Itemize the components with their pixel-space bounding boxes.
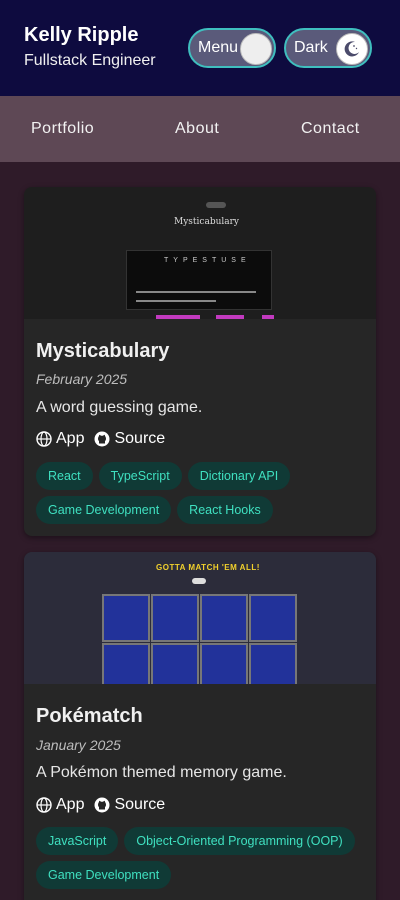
thumbnail-button (262, 315, 274, 319)
app-link-label: App (56, 430, 85, 447)
nav-item-about[interactable]: About (175, 120, 219, 138)
dark-mode-toggle-label: Dark (294, 39, 328, 56)
thumbnail-toggle (206, 202, 226, 208)
project-card: Mysticabulary TYPESTUSE Mysticabulary Fe… (24, 187, 376, 536)
thumbnail-card (102, 594, 150, 642)
thumbnail-card-grid (102, 594, 297, 684)
app-link-label: App (56, 796, 85, 813)
thumbnail-card (151, 643, 199, 684)
thumbnail-card (249, 643, 297, 684)
source-link-label: Source (114, 796, 166, 813)
project-title: Pokématch (36, 705, 143, 727)
thumbnail-card (151, 594, 199, 642)
project-tags: JavaScript Object-Oriented Programming (… (36, 827, 372, 889)
source-link-label: Source (114, 430, 166, 447)
project-description: A Pokémon themed memory game. (36, 764, 287, 781)
main-nav: Portfolio About Contact (0, 96, 400, 162)
thumbnail-card (200, 594, 248, 642)
app-link[interactable]: App (36, 796, 84, 814)
project-description: A word guessing game. (36, 399, 203, 416)
thumbnail-text-line (136, 291, 256, 293)
tech-tag: React (36, 462, 93, 490)
tech-tag: React Hooks (177, 496, 273, 524)
project-links: App Source (36, 796, 165, 814)
thumbnail-card (249, 594, 297, 642)
thumbnail-text-line (136, 300, 216, 302)
project-card: GOTTA MATCH 'EM ALL! Pokématch January 2… (24, 552, 376, 900)
dark-mode-toggle[interactable]: Dark (284, 28, 372, 68)
thumbnail-toggle (192, 578, 206, 584)
project-links: App Source (36, 430, 165, 448)
app-link[interactable]: App (36, 430, 84, 448)
project-date: February 2025 (36, 371, 128, 387)
thumbnail-button (216, 315, 244, 319)
menu-toggle[interactable]: Menu (188, 28, 276, 68)
thumbnail-word: TYPESTUSE (164, 257, 251, 264)
thumbnail-title: Mysticabulary (174, 217, 240, 227)
moon-icon (344, 41, 359, 57)
project-screenshot[interactable]: Mysticabulary TYPESTUSE (24, 187, 376, 319)
globe-icon (36, 431, 52, 447)
tech-tag: Object-Oriented Programming (OOP) (124, 827, 355, 855)
project-screenshot[interactable]: GOTTA MATCH 'EM ALL! (24, 552, 376, 684)
project-date: January 2025 (36, 737, 121, 753)
thumbnail-button (156, 315, 200, 319)
nav-item-portfolio[interactable]: Portfolio (31, 120, 94, 138)
thumbnail-card (200, 643, 248, 684)
tech-tag: Game Development (36, 496, 172, 524)
site-header: Kelly Ripple Fullstack Engineer Menu Dar… (0, 0, 400, 96)
project-title: Mysticabulary (36, 340, 170, 362)
github-icon (94, 797, 110, 813)
menu-toggle-label: Menu (198, 39, 239, 56)
tech-tag: Dictionary API (187, 462, 291, 490)
source-link[interactable]: Source (94, 796, 165, 814)
globe-icon (36, 797, 52, 813)
github-icon (94, 431, 110, 447)
thumbnail-title: GOTTA MATCH 'EM ALL! (156, 563, 260, 572)
nav-item-contact[interactable]: Contact (301, 120, 360, 138)
tech-tag: JavaScript (36, 827, 119, 855)
tech-tag: Game Development (36, 861, 172, 889)
thumbnail-card (102, 643, 150, 684)
tech-tag: TypeScript (98, 462, 182, 490)
site-owner-role: Fullstack Engineer (24, 52, 156, 69)
project-tags: React TypeScript Dictionary API Game Dev… (36, 462, 372, 524)
source-link[interactable]: Source (94, 430, 165, 448)
site-owner-name: Kelly Ripple (24, 24, 139, 46)
dark-mode-toggle-knob (336, 33, 368, 65)
menu-toggle-knob (240, 33, 272, 65)
